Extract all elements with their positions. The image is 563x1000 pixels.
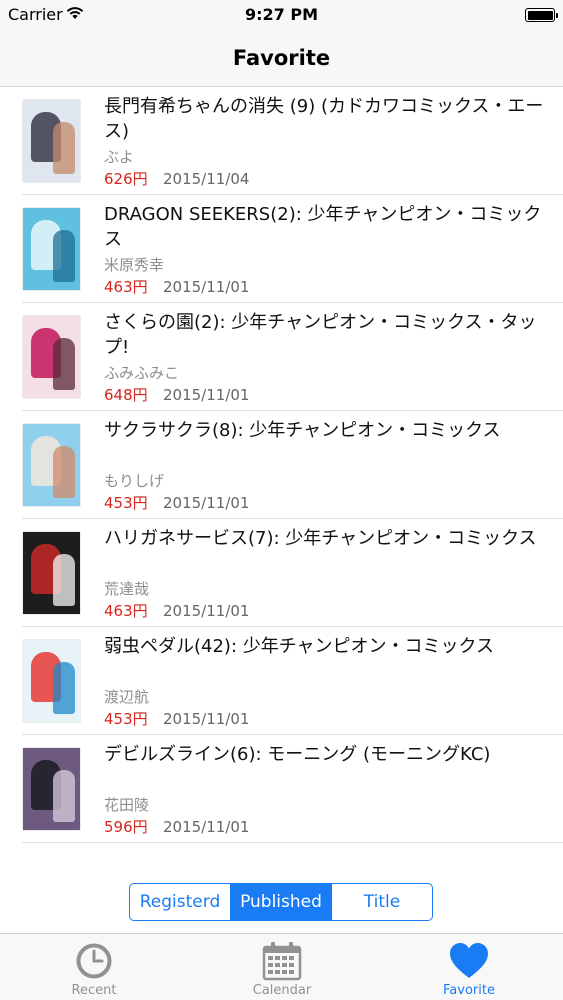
book-cover: [23, 100, 80, 182]
segment-title[interactable]: Title: [331, 884, 432, 920]
book-price: 626円: [104, 170, 148, 188]
book-price: 463円: [104, 602, 148, 620]
segment-registerd[interactable]: Registerd: [130, 884, 230, 920]
book-title: ハリガネサービス(7): 少年チャンピオン・コミックス: [104, 528, 537, 549]
book-date: 2015/11/01: [163, 818, 250, 836]
book-author: ふみふみこ: [104, 364, 180, 382]
clock-icon: [76, 943, 112, 979]
book-title: 長門有希ちゃんの消失 (9) (カドカワコミックス・エース): [104, 96, 544, 142]
book-author: もりしげ: [104, 472, 165, 490]
book-cover: [23, 640, 80, 722]
book-cover: [23, 748, 80, 830]
book-date: 2015/11/01: [163, 278, 250, 296]
book-date: 2015/11/01: [163, 494, 250, 512]
status-time: 9:27 PM: [244, 5, 318, 24]
status-bar: Carrier 9:27 PM: [0, 0, 563, 30]
navigation-bar: Favorite: [0, 30, 563, 87]
sort-segmented-control[interactable]: Registerd Published Title: [129, 883, 433, 921]
book-price: 596円: [104, 818, 148, 836]
book-cover: [23, 316, 80, 398]
calendar-icon: [262, 942, 302, 981]
list-item[interactable]: サクラサクラ(8): 少年チャンピオン・コミックス もりしげ 453円 2015…: [0, 411, 563, 519]
book-author: 花田陵: [104, 796, 150, 814]
tab-favorite[interactable]: Favorite: [375, 934, 563, 1000]
book-cover: [23, 424, 80, 506]
list-item[interactable]: 長門有希ちゃんの消失 (9) (カドカワコミックス・エース) ぶよ 626円 2…: [0, 87, 563, 195]
book-price: 453円: [104, 494, 148, 512]
book-cover: [23, 208, 80, 290]
book-author: ぶよ: [104, 148, 135, 166]
page-title: Favorite: [232, 46, 331, 70]
list-item[interactable]: デビルズライン(6): モーニング (モーニングKC) 花田陵 596円 201…: [0, 735, 563, 843]
book-price: 648円: [104, 386, 148, 404]
tab-recent-label: Recent: [71, 983, 117, 998]
segment-published[interactable]: Published: [230, 884, 331, 920]
tab-calendar-label: Calendar: [252, 983, 312, 998]
book-cover: [23, 532, 80, 614]
favorite-list[interactable]: 長門有希ちゃんの消失 (9) (カドカワコミックス・エース) ぶよ 626円 2…: [0, 87, 563, 843]
book-title: DRAGON SEEKERS(2): 少年チャンピオン・コミックス: [104, 204, 542, 250]
book-date: 2015/11/04: [163, 170, 250, 188]
list-item[interactable]: ハリガネサービス(7): 少年チャンピオン・コミックス 荒達哉 463円 201…: [0, 519, 563, 627]
book-title: サクラサクラ(8): 少年チャンピオン・コミックス: [104, 420, 501, 441]
list-item[interactable]: 弱虫ペダル(42): 少年チャンピオン・コミックス 渡辺航 453円 2015/…: [0, 627, 563, 735]
book-author: 渡辺航: [104, 688, 150, 706]
list-item[interactable]: さくらの園(2): 少年チャンピオン・コミックス・タップ! ふみふみこ 648円…: [0, 303, 563, 411]
book-title: デビルズライン(6): モーニング (モーニングKC): [104, 744, 491, 765]
book-date: 2015/11/01: [163, 386, 250, 404]
book-price: 463円: [104, 278, 148, 296]
list-item[interactable]: DRAGON SEEKERS(2): 少年チャンピオン・コミックス 米原秀幸 4…: [0, 195, 563, 303]
tab-calendar[interactable]: Calendar: [188, 934, 376, 1000]
tab-recent[interactable]: Recent: [0, 934, 188, 1000]
heart-icon: [450, 943, 488, 978]
book-date: 2015/11/01: [163, 602, 250, 620]
book-date: 2015/11/01: [163, 710, 250, 728]
battery-icon: [525, 8, 558, 22]
book-price: 453円: [104, 710, 148, 728]
tab-bar: Recent Calendar Favorite: [0, 933, 563, 1000]
book-author: 米原秀幸: [104, 256, 165, 274]
book-title: 弱虫ペダル(42): 少年チャンピオン・コミックス: [104, 636, 495, 657]
tab-favorite-label: Favorite: [443, 983, 495, 998]
book-author: 荒達哉: [104, 580, 150, 598]
book-title: さくらの園(2): 少年チャンピオン・コミックス・タップ!: [104, 312, 537, 358]
